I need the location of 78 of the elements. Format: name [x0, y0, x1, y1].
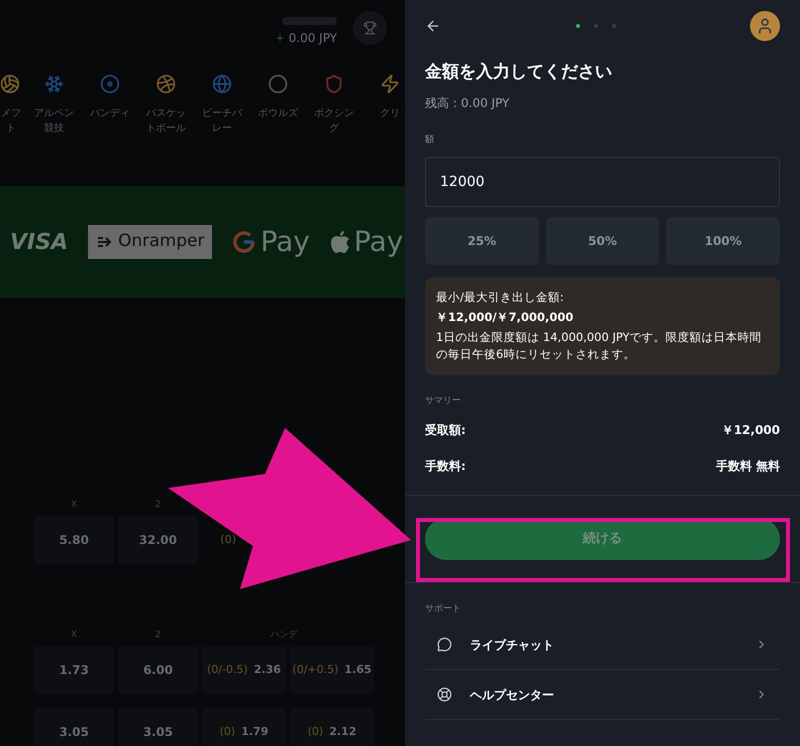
support-item[interactable]: ライブチャット — [425, 620, 780, 670]
odds-price: 1.73 — [59, 662, 89, 679]
odds-price: 6.00 — [143, 662, 173, 679]
odds-cell[interactable]: 6.00 — [118, 646, 198, 694]
sport-label[interactable]: バンディ — [90, 106, 130, 121]
sport-icon[interactable] — [380, 74, 400, 94]
sport-icon[interactable] — [156, 74, 176, 94]
odds-price: 1.65 — [344, 662, 372, 678]
odds-price: 32.00 — [139, 532, 177, 549]
trophy-button[interactable] — [353, 11, 387, 45]
odds-cell[interactable]: 5.80 — [34, 516, 114, 564]
back-arrow-icon[interactable] — [425, 18, 441, 34]
sport-label[interactable]: ビーチバレー — [198, 106, 246, 136]
odds-column-header: ハンデ — [270, 630, 298, 640]
support-item[interactable]: ヘルプセンター — [425, 670, 780, 720]
support-heading: サポート — [425, 602, 462, 616]
notice-text: 1日の出金限度額は 14,000,000 JPYです。限度額は日本時間の毎日午後6時にリセットされます。 — [436, 329, 763, 363]
odds-price: 3.05 — [59, 724, 89, 741]
handicap-line: (0) — [220, 532, 236, 548]
panel-title: 金額を入力してください — [425, 61, 613, 84]
odds-cell[interactable]: 3.05 — [118, 708, 198, 746]
odds-price: 2.12 — [329, 724, 356, 740]
handicap-line: (0) — [220, 724, 236, 740]
odds-column-header: 2 — [155, 500, 161, 510]
odds-cell[interactable]: 1.73 — [34, 646, 114, 694]
odds-column-header: X — [70, 500, 78, 510]
sport-label[interactable]: ボクシング — [310, 106, 358, 136]
odds-column-header: X — [70, 630, 78, 640]
support-label: ライブチャット — [470, 636, 555, 654]
visa-logo: VISA — [10, 228, 68, 256]
summary-value: ￥12,000 — [722, 422, 780, 438]
odds-cell[interactable]: (0) 2.12 — [290, 708, 374, 746]
summary-heading: サマリー — [425, 395, 462, 408]
summary-label: 受取額: — [425, 422, 466, 438]
support-label: ヘルプセンター — [470, 686, 555, 704]
trophy-icon — [363, 21, 377, 35]
handicap-line: (0/+0.5) — [292, 662, 338, 678]
sport-label[interactable]: クリ — [380, 106, 400, 121]
onramper-logo: Onramper — [88, 225, 212, 259]
notice-range: ￥12,000/￥7,000,000 — [436, 309, 574, 326]
handicap-line: (0/-0.5) — [207, 662, 248, 678]
sport-icon[interactable] — [268, 74, 288, 94]
sport-icon[interactable] — [44, 74, 64, 94]
lifebuoy-icon — [437, 687, 452, 702]
sport-icon[interactable] — [100, 74, 120, 94]
percentage-button[interactable]: 100% — [666, 217, 780, 265]
sport-icon[interactable] — [0, 74, 20, 94]
odds-cell[interactable]: 32.00 — [118, 516, 198, 564]
percentage-button[interactable]: 50% — [546, 217, 660, 265]
sport-icon[interactable] — [212, 74, 232, 94]
sport-label[interactable]: ボウルズ — [258, 106, 298, 121]
odds-price: 2.36 — [254, 662, 281, 678]
google-pay-logo: Pay — [232, 221, 310, 263]
amount-input-field[interactable]: 12000 — [425, 157, 780, 207]
sport-label[interactable]: バスケットボール — [142, 106, 190, 136]
balance-text: 残高：0.00 JPY — [425, 94, 510, 112]
odds-cell[interactable]: 3.05 — [34, 708, 114, 746]
balance-amount: 0.00 JPY — [288, 30, 337, 47]
amount-label: 額 — [425, 134, 435, 146]
avatar[interactable] — [750, 11, 780, 41]
chat-bubble-icon — [437, 637, 452, 652]
odds-cell[interactable]: (0) 1.79 — [202, 708, 286, 746]
odds-cell[interactable]: (0/-0.5) 2.36 — [202, 646, 286, 694]
odds-price: 5.80 — [59, 532, 89, 549]
odds-price: 3.05 — [143, 724, 173, 741]
sport-label[interactable]: メフト — [0, 106, 22, 136]
apple-pay-logo: Pay — [330, 221, 404, 263]
sport-icon[interactable] — [324, 74, 344, 94]
odds-column-header: 2 — [155, 630, 161, 640]
odds-price: 1.79 — [241, 724, 268, 740]
sport-label[interactable]: アルペン競技 — [30, 106, 78, 136]
notice-heading: 最小/最大引き出し金額: — [436, 289, 565, 306]
handicap-line: (0) — [308, 724, 324, 740]
percentage-button[interactable]: 25% — [425, 217, 539, 265]
summary-value: 手数料 無料 — [716, 458, 780, 474]
summary-label: 手数料: — [425, 458, 466, 474]
odds-cell[interactable]: (0/+0.5) 1.65 — [290, 646, 374, 694]
plus-icon[interactable] — [274, 33, 285, 43]
